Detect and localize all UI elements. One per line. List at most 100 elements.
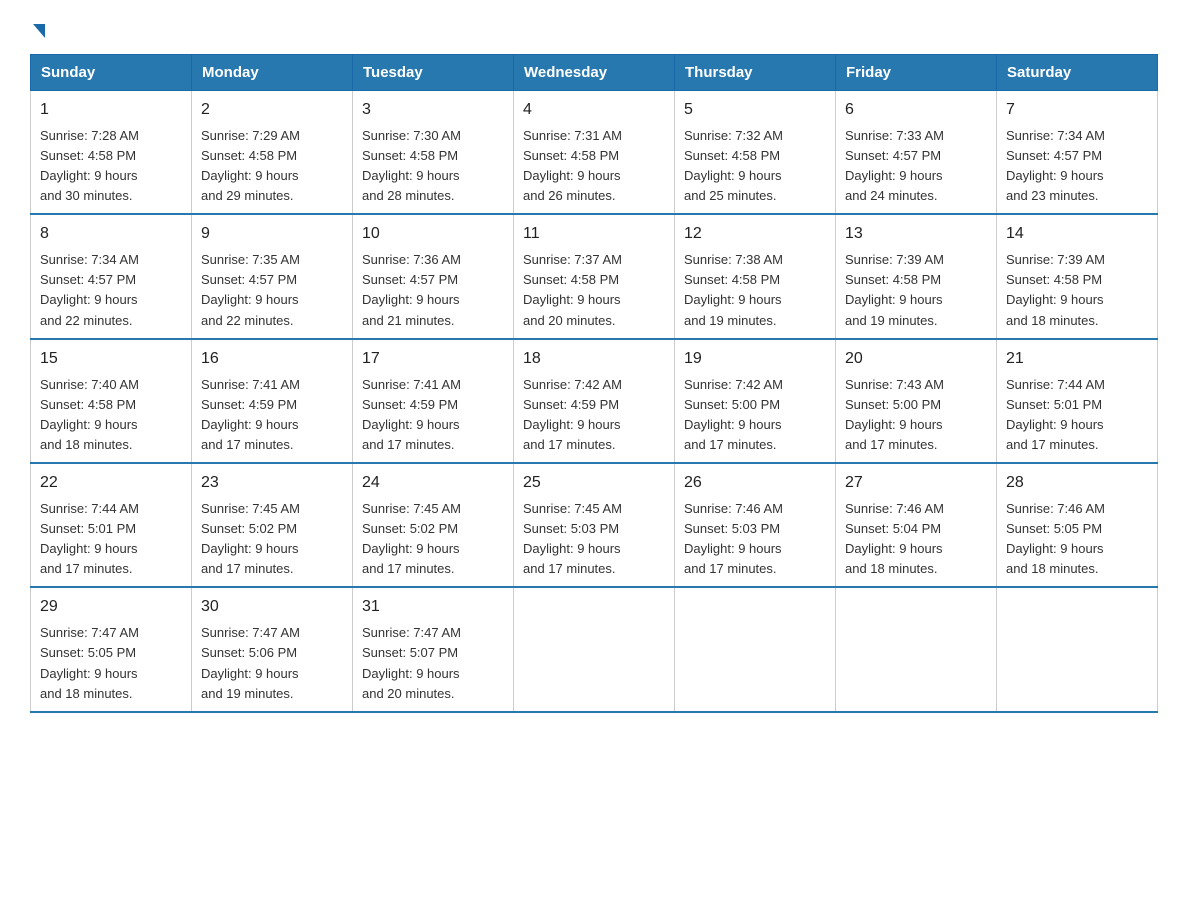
day-number: 27 [845,471,987,496]
day-info: Sunrise: 7:41 AMSunset: 4:59 PMDaylight:… [201,377,300,452]
calendar-week-row: 29 Sunrise: 7:47 AMSunset: 5:05 PMDayligh… [31,587,1158,711]
day-info: Sunrise: 7:46 AMSunset: 5:05 PMDaylight:… [1006,501,1105,576]
day-number: 4 [523,98,665,123]
day-number: 5 [684,98,826,123]
day-number: 21 [1006,347,1148,372]
calendar-day-cell: 24 Sunrise: 7:45 AMSunset: 5:02 PMDayligh… [353,463,514,587]
weekday-header-tuesday: Tuesday [353,55,514,91]
day-info: Sunrise: 7:36 AMSunset: 4:57 PMDaylight:… [362,252,461,327]
calendar-day-cell: 18 Sunrise: 7:42 AMSunset: 4:59 PMDayligh… [514,339,675,463]
weekday-header-row: SundayMondayTuesdayWednesdayThursdayFrid… [31,55,1158,91]
calendar-body: 1Sunrise: 7:28 AMSunset: 4:58 PMDaylight… [31,91,1158,712]
logo-arrow-icon [33,24,45,38]
weekday-header-saturday: Saturday [997,55,1158,91]
weekday-header-friday: Friday [836,55,997,91]
calendar-day-cell: 26 Sunrise: 7:46 AMSunset: 5:03 PMDayligh… [675,463,836,587]
day-info: Sunrise: 7:34 AMSunset: 4:57 PMDaylight:… [40,252,139,327]
day-number: 18 [523,347,665,372]
day-info: Sunrise: 7:30 AMSunset: 4:58 PMDaylight:… [362,128,461,203]
day-info: Sunrise: 7:28 AMSunset: 4:58 PMDaylight:… [40,128,139,203]
day-number: 23 [201,471,343,496]
day-info: Sunrise: 7:47 AMSunset: 5:07 PMDaylight:… [362,625,461,700]
calendar-header: SundayMondayTuesdayWednesdayThursdayFrid… [31,55,1158,91]
calendar-day-cell: 3 Sunrise: 7:30 AMSunset: 4:58 PMDaylight… [353,91,514,215]
calendar-day-cell: 29 Sunrise: 7:47 AMSunset: 5:05 PMDayligh… [31,587,192,711]
calendar-day-cell: 17 Sunrise: 7:41 AMSunset: 4:59 PMDayligh… [353,339,514,463]
calendar-day-cell [836,587,997,711]
day-info: Sunrise: 7:46 AMSunset: 5:04 PMDaylight:… [845,501,944,576]
day-info: Sunrise: 7:33 AMSunset: 4:57 PMDaylight:… [845,128,944,203]
day-info: Sunrise: 7:46 AMSunset: 5:03 PMDaylight:… [684,501,783,576]
calendar-day-cell: 21 Sunrise: 7:44 AMSunset: 5:01 PMDayligh… [997,339,1158,463]
calendar-day-cell: 11 Sunrise: 7:37 AMSunset: 4:58 PMDayligh… [514,214,675,338]
calendar-day-cell: 8 Sunrise: 7:34 AMSunset: 4:57 PMDaylight… [31,214,192,338]
day-number: 30 [201,595,343,620]
day-number: 19 [684,347,826,372]
calendar-day-cell: 25Sunrise: 7:45 AMSunset: 5:03 PMDayligh… [514,463,675,587]
day-info: Sunrise: 7:47 AMSunset: 5:06 PMDaylight:… [201,625,300,700]
day-info: Sunrise: 7:44 AMSunset: 5:01 PMDaylight:… [1006,377,1105,452]
day-number: 7 [1006,98,1148,123]
day-number: 6 [845,98,987,123]
weekday-header-wednesday: Wednesday [514,55,675,91]
weekday-header-monday: Monday [192,55,353,91]
day-info: Sunrise: 7:40 AMSunset: 4:58 PMDaylight:… [40,377,139,452]
day-number: 12 [684,222,826,247]
day-number: 26 [684,471,826,496]
day-number: 28 [1006,471,1148,496]
day-info: Sunrise: 7:32 AMSunset: 4:58 PMDaylight:… [684,128,783,203]
weekday-header-sunday: Sunday [31,55,192,91]
day-number: 11 [523,222,665,247]
day-info: Sunrise: 7:42 AMSunset: 4:59 PMDaylight:… [523,377,622,452]
calendar-week-row: 8 Sunrise: 7:34 AMSunset: 4:57 PMDaylight… [31,214,1158,338]
day-number: 14 [1006,222,1148,247]
day-number: 24 [362,471,504,496]
calendar-week-row: 1Sunrise: 7:28 AMSunset: 4:58 PMDaylight… [31,91,1158,215]
day-info: Sunrise: 7:41 AMSunset: 4:59 PMDaylight:… [362,377,461,452]
day-info: Sunrise: 7:35 AMSunset: 4:57 PMDaylight:… [201,252,300,327]
calendar-day-cell: 27 Sunrise: 7:46 AMSunset: 5:04 PMDayligh… [836,463,997,587]
day-number: 9 [201,222,343,247]
day-number: 8 [40,222,182,247]
calendar-day-cell: 10 Sunrise: 7:36 AMSunset: 4:57 PMDayligh… [353,214,514,338]
day-number: 3 [362,98,504,123]
day-number: 20 [845,347,987,372]
day-info: Sunrise: 7:39 AMSunset: 4:58 PMDaylight:… [845,252,944,327]
calendar-day-cell: 9 Sunrise: 7:35 AMSunset: 4:57 PMDaylight… [192,214,353,338]
calendar-day-cell: 23Sunrise: 7:45 AMSunset: 5:02 PMDayligh… [192,463,353,587]
calendar-day-cell: 20 Sunrise: 7:43 AMSunset: 5:00 PMDayligh… [836,339,997,463]
calendar-day-cell: 12 Sunrise: 7:38 AMSunset: 4:58 PMDayligh… [675,214,836,338]
day-info: Sunrise: 7:43 AMSunset: 5:00 PMDaylight:… [845,377,944,452]
calendar-day-cell: 28 Sunrise: 7:46 AMSunset: 5:05 PMDayligh… [997,463,1158,587]
page-header [30,20,1158,36]
day-number: 10 [362,222,504,247]
day-number: 17 [362,347,504,372]
day-info: Sunrise: 7:31 AMSunset: 4:58 PMDaylight:… [523,128,622,203]
calendar-day-cell: 31Sunrise: 7:47 AMSunset: 5:07 PMDayligh… [353,587,514,711]
calendar-day-cell [997,587,1158,711]
day-info: Sunrise: 7:34 AMSunset: 4:57 PMDaylight:… [1006,128,1105,203]
calendar-day-cell: 22 Sunrise: 7:44 AMSunset: 5:01 PMDayligh… [31,463,192,587]
calendar-day-cell: 13Sunrise: 7:39 AMSunset: 4:58 PMDayligh… [836,214,997,338]
day-info: Sunrise: 7:37 AMSunset: 4:58 PMDaylight:… [523,252,622,327]
calendar-day-cell: 30 Sunrise: 7:47 AMSunset: 5:06 PMDayligh… [192,587,353,711]
day-number: 22 [40,471,182,496]
calendar-day-cell: 6 Sunrise: 7:33 AMSunset: 4:57 PMDaylight… [836,91,997,215]
day-number: 29 [40,595,182,620]
calendar-day-cell: 19Sunrise: 7:42 AMSunset: 5:00 PMDayligh… [675,339,836,463]
calendar-day-cell: 14Sunrise: 7:39 AMSunset: 4:58 PMDayligh… [997,214,1158,338]
calendar-day-cell [514,587,675,711]
calendar-day-cell: 15 Sunrise: 7:40 AMSunset: 4:58 PMDayligh… [31,339,192,463]
calendar-day-cell [675,587,836,711]
logo [30,20,45,36]
logo-top [30,20,45,38]
day-info: Sunrise: 7:47 AMSunset: 5:05 PMDaylight:… [40,625,139,700]
calendar-day-cell: 5 Sunrise: 7:32 AMSunset: 4:58 PMDaylight… [675,91,836,215]
day-info: Sunrise: 7:45 AMSunset: 5:02 PMDaylight:… [362,501,461,576]
day-info: Sunrise: 7:44 AMSunset: 5:01 PMDaylight:… [40,501,139,576]
day-number: 2 [201,98,343,123]
calendar-day-cell: 1Sunrise: 7:28 AMSunset: 4:58 PMDaylight… [31,91,192,215]
day-number: 15 [40,347,182,372]
calendar-day-cell: 4 Sunrise: 7:31 AMSunset: 4:58 PMDaylight… [514,91,675,215]
day-info: Sunrise: 7:38 AMSunset: 4:58 PMDaylight:… [684,252,783,327]
